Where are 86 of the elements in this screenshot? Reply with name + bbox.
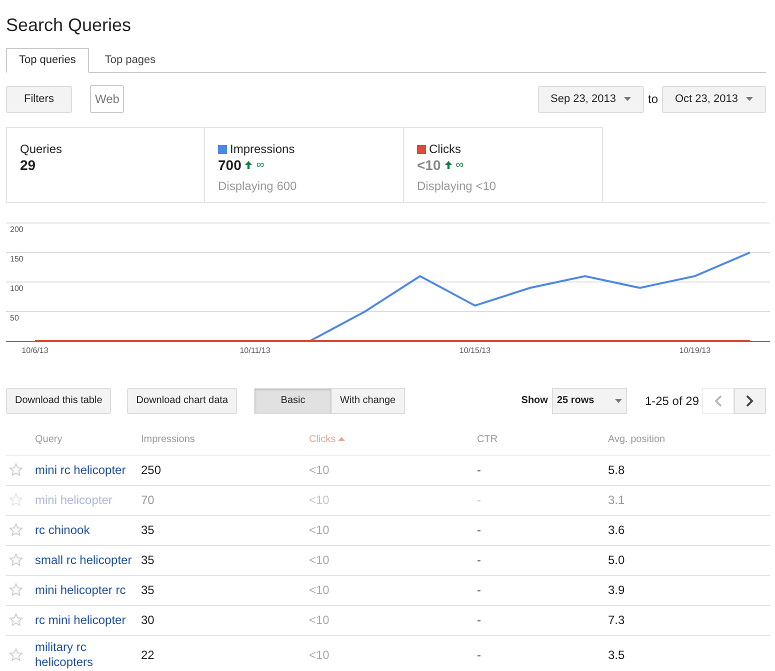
table-cell: 22	[141, 648, 154, 662]
show-label: Show	[521, 394, 548, 408]
tab[interactable]: Top queries	[6, 48, 89, 73]
stat-card[interactable]: Queries 29	[6, 127, 205, 202]
y-tick-label: 200	[10, 225, 24, 234]
table-cell: <10	[309, 583, 330, 597]
query-link[interactable]: mini helicopter rc	[35, 582, 135, 598]
y-tick-label: 100	[10, 284, 24, 293]
query-link[interactable]: mini rc helicopter	[35, 462, 135, 478]
caret-icon	[746, 97, 753, 101]
table-cell: 3.6	[608, 523, 625, 537]
stat-label: Clicks	[429, 142, 461, 156]
table-cell: -	[477, 463, 481, 477]
table-cell: <10	[309, 613, 330, 627]
sort-arrow-icon	[338, 437, 345, 442]
view-toggle[interactable]: With change	[332, 388, 405, 414]
rows-dropdown[interactable]: 25 rows	[552, 388, 627, 414]
star-icon[interactable]	[9, 648, 23, 662]
change-value: ∞	[256, 158, 264, 173]
table-cell: 70	[141, 493, 154, 507]
table-cell: -	[477, 523, 481, 537]
table-cell: -	[477, 613, 481, 627]
filters-button[interactable]: Filters	[6, 86, 72, 112]
table-cell: -	[477, 493, 481, 507]
page-range: 1-25 of 29	[644, 392, 699, 410]
chevron-right-icon	[746, 394, 754, 406]
y-tick-label: 150	[10, 254, 24, 264]
stat-value: <10	[417, 157, 441, 173]
query-link[interactable]: small rc helicopter	[35, 552, 135, 568]
table-cell: <10	[309, 553, 330, 567]
table-cell: 5.8	[608, 463, 625, 477]
table-cell: 35	[141, 583, 154, 597]
stat-label: Impressions	[230, 142, 295, 156]
table-cell: 30	[141, 613, 154, 627]
table-cell: <10	[309, 493, 330, 507]
filter-chip[interactable]: Web	[90, 85, 124, 113]
table-cell: 3.1	[608, 493, 625, 507]
x-tick-label: 10/15/13	[459, 346, 491, 355]
table-cell: <10	[309, 523, 330, 537]
star-icon[interactable]	[9, 493, 23, 507]
star-icon[interactable]	[9, 553, 23, 567]
table-cell: 3.9	[608, 583, 625, 597]
stat-value: 29	[20, 157, 36, 173]
star-icon[interactable]	[9, 523, 23, 537]
view-toggle[interactable]: Basic	[254, 388, 332, 414]
up-arrow-icon	[444, 161, 452, 169]
change-value: ∞	[456, 158, 464, 173]
stat-label: Queries	[20, 142, 62, 156]
table-cell: 35	[141, 523, 154, 537]
download-table-button[interactable]: Download this table	[6, 388, 112, 414]
to-label: to	[648, 91, 658, 108]
page-title: Search Queries	[6, 14, 132, 37]
x-tick-label: 10/6/13	[22, 346, 48, 355]
up-arrow-icon	[245, 161, 252, 169]
table-cell: 35	[141, 553, 154, 567]
stat-card[interactable]: Clicks <10 ∞ Displaying <10	[404, 127, 603, 202]
tab[interactable]: Top pages	[88, 48, 172, 72]
download-chart-button[interactable]: Download chart data	[127, 388, 238, 414]
star-icon[interactable]	[9, 463, 23, 477]
stat-card[interactable]: Impressions 700 ∞ Displaying 600	[205, 127, 404, 202]
query-link[interactable]: rc mini helicopter	[35, 612, 135, 628]
displaying-text: Displaying 600	[218, 178, 298, 195]
query-link[interactable]: rc chinook	[35, 522, 135, 538]
table-cell: 250	[141, 463, 162, 477]
table-cell: 3.5	[608, 648, 625, 662]
start-date-dropdown[interactable]: Sep 23, 2013	[538, 86, 644, 112]
star-icon[interactable]	[9, 583, 23, 597]
table-cell: -	[477, 648, 481, 662]
chevron-left-icon	[714, 394, 722, 406]
table-cell: -	[477, 553, 481, 567]
stat-value: 700	[218, 157, 242, 173]
caret-icon	[624, 97, 631, 101]
star-icon[interactable]	[9, 613, 23, 627]
table-cell: 7.3	[608, 613, 625, 627]
table-cell: 5.0	[608, 553, 625, 567]
end-date-dropdown[interactable]: Oct 23, 2013	[662, 86, 766, 112]
query-link[interactable]: military rc helicopters	[35, 640, 135, 670]
table-cell: <10	[309, 648, 330, 662]
y-tick-label: 50	[10, 314, 19, 322]
displaying-text: Displaying <10	[417, 178, 498, 195]
caret-icon	[614, 398, 622, 402]
table-cell: <10	[309, 463, 330, 477]
next-page-button[interactable]	[734, 388, 766, 414]
table-cell: -	[477, 583, 481, 597]
x-tick-label: 10/19/13	[679, 346, 711, 355]
x-tick-label: 10/11/13	[240, 346, 270, 355]
